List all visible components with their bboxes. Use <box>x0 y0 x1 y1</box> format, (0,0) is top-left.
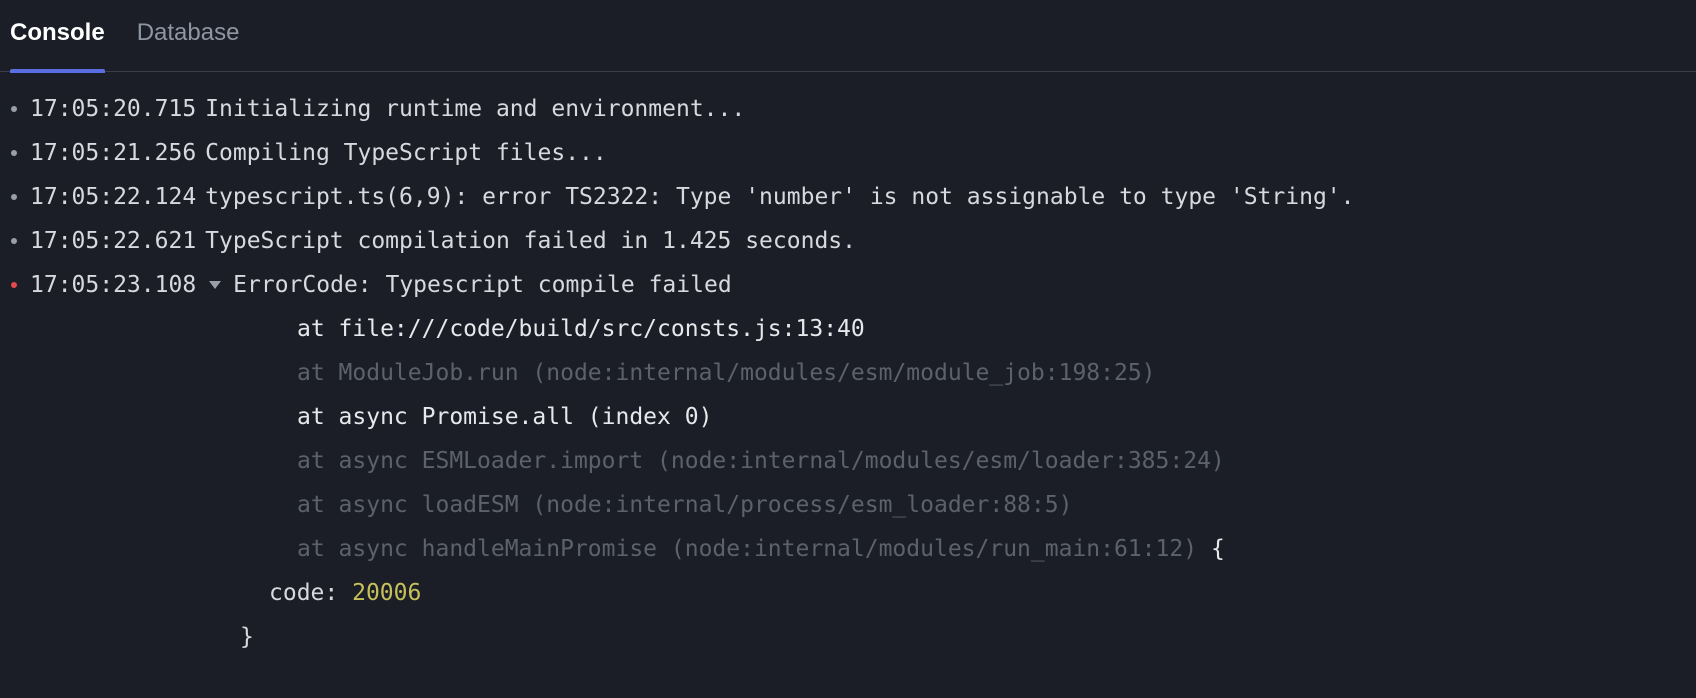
log-row: 17:05:20.715 Initializing runtime and en… <box>0 87 1696 131</box>
error-code-key: code: <box>269 580 353 606</box>
close-brace: } <box>240 624 254 650</box>
stack-frame-last: at async handleMainPromise (node:interna… <box>0 527 1696 571</box>
error-code-value: 20006 <box>352 580 422 606</box>
log-message: Initializing runtime and environment... <box>205 96 746 122</box>
log-bullet-icon <box>11 150 17 156</box>
open-brace: { <box>1210 536 1225 562</box>
tab-bar: Console Database <box>0 0 1696 73</box>
error-bullet-icon <box>11 282 17 288</box>
log-timestamp: 17:05:21.256 <box>30 140 197 166</box>
stack-frame-text: at async handleMainPromise (node:interna… <box>297 536 1198 562</box>
error-code-line: code: 20006 <box>0 571 1696 615</box>
log-timestamp: 17:05:22.621 <box>30 228 197 254</box>
log-timestamp: 17:05:20.715 <box>30 96 197 122</box>
log-message: Compiling TypeScript files... <box>205 140 607 166</box>
log-message: TypeScript compilation failed in 1.425 s… <box>205 228 856 254</box>
stack-frame: at ModuleJob.run (node:internal/modules/… <box>297 360 1156 386</box>
log-message: typescript.ts(6,9): error TS2322: Type '… <box>205 184 1355 210</box>
stack-frame: at file:///code/build/src/consts.js:13:4… <box>297 316 865 342</box>
log-bullet-icon <box>11 194 17 200</box>
stack-frame: at async Promise.all (index 0) <box>297 404 713 430</box>
console-log[interactable]: 17:05:20.715 Initializing runtime and en… <box>0 72 1696 659</box>
console-panel: Console Database 17:05:20.715 Initializi… <box>0 0 1696 698</box>
log-bullet-icon <box>11 106 17 112</box>
log-row: 17:05:22.621 TypeScript compilation fail… <box>0 219 1696 263</box>
stack-frame: at async loadESM (node:internal/process/… <box>297 492 1073 518</box>
log-timestamp: 17:05:23.108 <box>30 272 197 298</box>
tab-console[interactable]: Console <box>10 0 105 73</box>
log-row: 17:05:22.124 typescript.ts(6,9): error T… <box>0 175 1696 219</box>
log-bullet-icon <box>11 238 17 244</box>
log-timestamp: 17:05:22.124 <box>30 184 197 210</box>
log-row-error: 17:05:23.108 ErrorCode: Typescript compi… <box>0 263 1696 307</box>
tab-database[interactable]: Database <box>137 0 240 72</box>
error-message: ErrorCode: Typescript compile failed <box>233 272 732 298</box>
stack-frame: at async ESMLoader.import (node:internal… <box>297 448 1225 474</box>
log-row: 17:05:21.256 Compiling TypeScript files.… <box>0 131 1696 175</box>
caret-down-icon[interactable] <box>209 281 222 289</box>
